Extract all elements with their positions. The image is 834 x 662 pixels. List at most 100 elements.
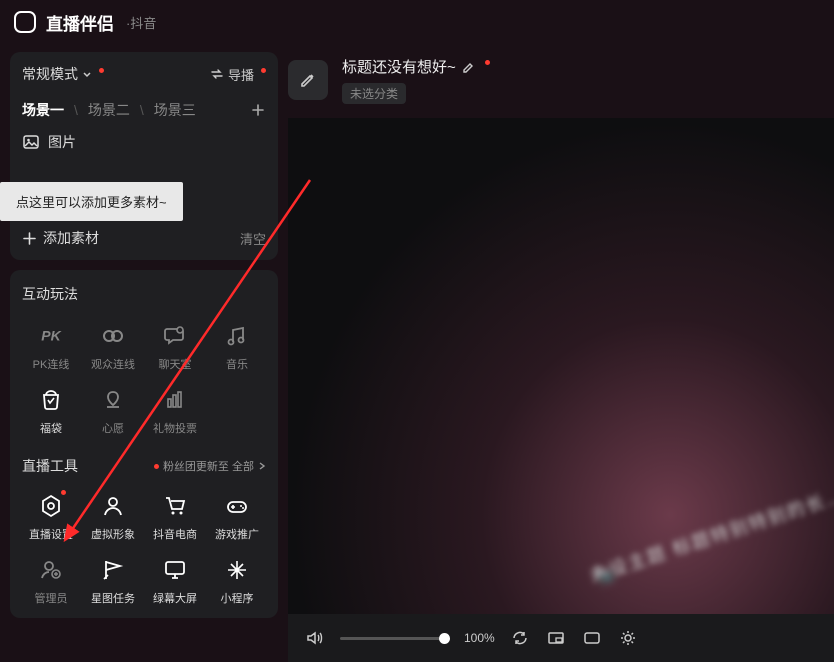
interact-chatroom[interactable]: 聊天室 (146, 318, 204, 376)
wish-icon (99, 386, 127, 414)
notification-dot-icon (261, 68, 266, 73)
sparkle-icon (223, 556, 251, 584)
notification-dot-icon (99, 68, 104, 73)
tool-star-label: 星图任务 (91, 590, 135, 606)
plus-icon (22, 231, 37, 246)
swap-icon (210, 67, 224, 81)
sidebar: 常规模式 导播 场景一 \ 场景二 \ 场景三 (0, 44, 288, 662)
monitor-icon (161, 556, 189, 584)
scene-tab-1[interactable]: 场景一 (22, 100, 64, 120)
preview-overlay-text: 未设主题 标题特别特别的长… ✎ (586, 474, 834, 589)
vote-icon (161, 386, 189, 414)
content-area: 标题还没有想好~ 未选分类 未设主题 标题特别特别的长… ✎ 📷 100% (288, 44, 834, 662)
hexagon-gear-icon (37, 492, 65, 520)
add-scene-button[interactable] (250, 102, 266, 118)
notification-dot-icon (485, 60, 490, 65)
volume-percent: 100% (464, 631, 495, 645)
app-subtitle: ·抖音 (126, 13, 156, 32)
stream-preview[interactable]: 未设主题 标题特别特别的长… ✎ 📷 (288, 118, 834, 614)
add-asset-label: 添加素材 (43, 228, 99, 248)
interact-pk-label: PK连线 (33, 356, 70, 372)
cart-icon (161, 492, 189, 520)
add-asset-button[interactable]: 添加素材 (22, 228, 99, 248)
volume-thumb[interactable] (439, 633, 450, 644)
director-mode-button[interactable]: 导播 (210, 65, 266, 84)
scene-separator: \ (140, 102, 144, 118)
asset-image-label: 图片 (48, 132, 76, 152)
interact-music[interactable]: 音乐 (208, 318, 266, 376)
image-icon (22, 133, 40, 151)
tool-admin-label: 管理员 (35, 590, 68, 606)
layout-icon (547, 629, 565, 647)
tool-miniapp[interactable]: 小程序 (208, 552, 266, 610)
tool-live-settings[interactable]: 直播设置 (22, 488, 80, 546)
tool-miniapp-label: 小程序 (221, 590, 254, 606)
stream-title-row[interactable]: 标题还没有想好~ (342, 56, 490, 77)
interact-gift-vote[interactable]: 礼物投票 (146, 382, 204, 440)
tool-star-task[interactable]: 星图任务 (84, 552, 142, 610)
interact-audience-label: 观众连线 (91, 356, 135, 372)
tool-game-promo[interactable]: 游戏推广 (208, 488, 266, 546)
tool-game-label: 游戏推广 (215, 526, 259, 542)
edit-icon (299, 71, 317, 89)
bag-icon (37, 386, 65, 414)
add-asset-tooltip: 点这里可以添加更多素材~ (0, 182, 183, 221)
scene-tab-2[interactable]: 场景二 (88, 100, 130, 120)
interact-music-label: 音乐 (226, 356, 248, 372)
notification-dot-icon (154, 464, 159, 469)
preview-bottom-bar: 100% (288, 614, 834, 662)
tool-ecommerce[interactable]: 抖音电商 (146, 488, 204, 546)
interact-bag-label: 福袋 (40, 420, 62, 436)
chevron-right-icon (258, 461, 266, 471)
refresh-icon (511, 629, 529, 647)
notification-dot-icon (61, 490, 66, 495)
interact-pk[interactable]: PK PK连线 (22, 318, 80, 376)
tools-title: 直播工具 (22, 456, 78, 476)
edit-icon (462, 60, 476, 74)
interact-vote-label: 礼物投票 (153, 420, 197, 436)
admin-icon (37, 556, 65, 584)
stream-title-bar: 标题还没有想好~ 未选分类 (288, 52, 834, 118)
stream-title-text: 标题还没有想好~ (342, 56, 456, 77)
chevron-down-icon (82, 69, 92, 79)
app-logo-icon (14, 11, 36, 33)
chat-icon (161, 322, 189, 350)
mode-selector[interactable]: 常规模式 (22, 64, 104, 84)
settings-button[interactable] (617, 629, 639, 647)
interact-wish[interactable]: 心愿 (84, 382, 142, 440)
asset-item-image[interactable]: 图片 (22, 132, 266, 152)
fans-update-text: 粉丝团更新至 全部 (163, 458, 254, 474)
volume-slider[interactable] (340, 637, 450, 640)
category-selector[interactable]: 未选分类 (342, 83, 406, 104)
interact-panel: 互动玩法 PK PK连线 观众连线 聊天室 音乐 (10, 270, 278, 618)
interact-lucky-bag[interactable]: 福袋 (22, 382, 80, 440)
scene-tab-3[interactable]: 场景三 (154, 100, 196, 120)
tool-ecommerce-label: 抖音电商 (153, 526, 197, 542)
link-icon (99, 322, 127, 350)
plus-icon (250, 102, 266, 118)
tool-greenscreen[interactable]: 绿幕大屏 (146, 552, 204, 610)
tool-avatar[interactable]: 虚拟形象 (84, 488, 142, 546)
tool-settings-label: 直播设置 (29, 526, 73, 542)
interact-audience-link[interactable]: 观众连线 (84, 318, 142, 376)
interact-chatroom-label: 聊天室 (159, 356, 192, 372)
app-title: 直播伴侣 (46, 10, 114, 35)
screen-button[interactable] (581, 629, 603, 647)
screen-icon (583, 629, 601, 647)
fans-update-link[interactable]: 粉丝团更新至 全部 (154, 458, 266, 474)
svg-text:PK: PK (41, 328, 61, 344)
tool-avatar-label: 虚拟形象 (91, 526, 135, 542)
gamepad-icon (223, 492, 251, 520)
clear-button[interactable]: 清空 (240, 229, 266, 248)
scene-tabs: 场景一 \ 场景二 \ 场景三 (22, 100, 266, 120)
app-header: 直播伴侣 ·抖音 (0, 0, 834, 44)
avatar-icon (99, 492, 127, 520)
layout-button[interactable] (545, 629, 567, 647)
refresh-button[interactable] (509, 629, 531, 647)
flag-icon (99, 556, 127, 584)
volume-button[interactable] (304, 628, 326, 648)
interact-title: 互动玩法 (22, 284, 266, 304)
tool-admin[interactable]: 管理员 (22, 552, 80, 610)
edit-cover-button[interactable] (288, 60, 328, 100)
tool-greenscreen-label: 绿幕大屏 (153, 590, 197, 606)
